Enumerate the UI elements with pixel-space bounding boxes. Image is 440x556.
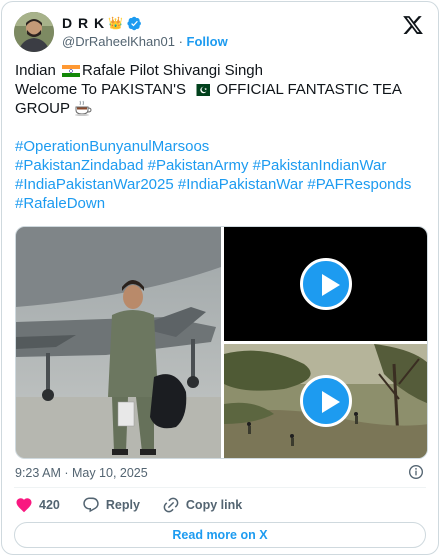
tea-cup-icon	[74, 100, 92, 116]
hashtag-pakistan-indian-war[interactable]: #PakistanIndianWar	[253, 157, 387, 174]
heart-icon	[16, 498, 32, 513]
india-flag-icon	[62, 65, 81, 77]
author-info: D R K 👑 @DrRaheelKhan01 · Follow	[62, 14, 228, 51]
avatar[interactable]	[14, 12, 54, 52]
hashtag-india-pakistan-war[interactable]: #IndiaPakistanWar	[178, 176, 303, 193]
copy-link-label: Copy link	[185, 498, 243, 512]
hashtag-paf-responds[interactable]: #PAFResponds	[307, 176, 411, 193]
hashtag-line-4: #RafaleDown	[15, 194, 426, 213]
reply-icon	[83, 497, 99, 513]
text-pilot: Rafale Pilot Shivangi Singh	[82, 62, 263, 79]
tweet-line-2: Welcome To PAKISTAN'S OFFICIAL FANTASTIC…	[15, 80, 426, 99]
text-welcome: Welcome To PAKISTAN'S	[15, 81, 186, 98]
tweet-text: Indian Rafale Pilot Shivangi Singh Welco…	[15, 61, 426, 213]
tweet-line-3: GROUP	[15, 99, 426, 118]
author-display-name[interactable]: D R K 👑	[62, 14, 228, 32]
pilot-photo[interactable]	[16, 227, 221, 458]
like-button[interactable]: 420	[15, 496, 60, 514]
tweet-line-1: Indian Rafale Pilot Shivangi Singh	[15, 61, 426, 80]
verified-badge-icon	[127, 16, 141, 30]
read-more-button[interactable]: Read more on X	[14, 522, 426, 548]
tweet-card: D R K 👑 @DrRaheelKhan01 · Follow Indian	[1, 1, 439, 555]
hashtag-line-3: #IndiaPakistanWar2025 #IndiaPakistanWar …	[15, 175, 426, 194]
play-button-icon[interactable]	[300, 258, 352, 310]
hashtag-line-2: #PakistanZindabad #PakistanArmy #Pakista…	[15, 156, 426, 175]
info-icon[interactable]	[408, 464, 424, 480]
follow-button[interactable]: Follow	[187, 34, 228, 49]
text-indian: Indian	[15, 62, 56, 79]
author-handle[interactable]: @DrRaheelKhan01	[62, 34, 175, 49]
display-name-text: D R K	[62, 15, 106, 31]
play-button-icon[interactable]	[300, 375, 352, 427]
link-icon	[163, 497, 179, 513]
hashtag-operation-bunyanul-marsoos[interactable]: #OperationBunyanulMarsoos	[15, 138, 209, 155]
reply-button[interactable]: Reply	[82, 496, 140, 514]
media-grid	[15, 226, 428, 459]
action-bar: 420 Reply Copy link	[15, 496, 264, 514]
hashtag-line-1: #OperationBunyanulMarsoos	[15, 137, 426, 156]
tweet-timestamp[interactable]: 9:23 AM · May 10, 2025	[15, 466, 148, 480]
author-subline: @DrRaheelKhan01 · Follow	[62, 33, 228, 51]
copy-link-button[interactable]: Copy link	[162, 496, 242, 514]
hashtag-pakistan-army[interactable]: #PakistanArmy	[148, 157, 249, 174]
text-official: OFFICIAL FANTASTIC TEA	[216, 81, 402, 98]
tweet-header: D R K 👑 @DrRaheelKhan01 · Follow	[14, 12, 426, 52]
hashtag-pakistan-zindabad[interactable]: #PakistanZindabad	[15, 157, 143, 174]
crown-emoji: 👑	[108, 16, 125, 30]
reply-label: Reply	[105, 498, 140, 512]
text-group: GROUP	[15, 100, 70, 117]
separator-dot: ·	[178, 34, 183, 49]
hashtag-india-pakistan-war-2025[interactable]: #IndiaPakistanWar2025	[15, 176, 174, 193]
like-count: 420	[39, 498, 60, 512]
video-thumbnail-2[interactable]	[224, 344, 427, 458]
hashtag-rafale-down[interactable]: #RafaleDown	[15, 195, 105, 212]
x-logo-icon[interactable]	[402, 14, 424, 36]
pakistan-flag-icon	[192, 84, 211, 96]
video-thumbnail-1[interactable]	[224, 227, 427, 341]
divider	[14, 487, 426, 488]
